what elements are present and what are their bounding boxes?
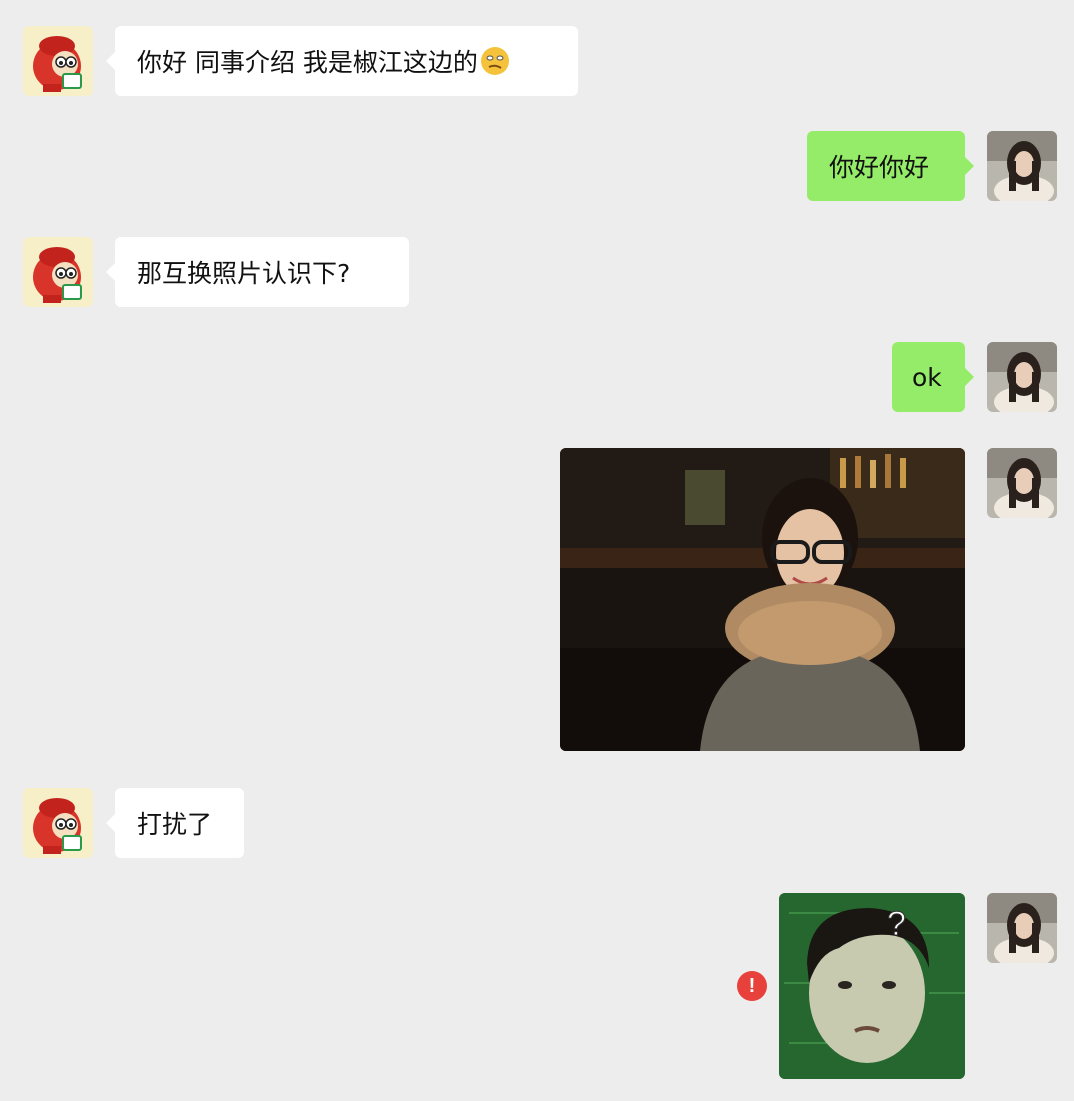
incoming-message-bubble[interactable]: 那互换照片认识下? [106, 237, 409, 307]
self-avatar[interactable] [987, 342, 1057, 412]
message-text: 打扰了 [137, 810, 213, 839]
message-text: 那互换照片认识下? [137, 259, 351, 288]
user-photo-avatar [987, 893, 1057, 963]
send-failed-icon[interactable]: ! [737, 971, 767, 1001]
incoming-message-bubble[interactable]: 你好 同事介绍 我是椒江这边的 [106, 26, 578, 96]
photo-woman-glasses-fur-coat [560, 448, 965, 751]
cartoon-avatar-icon [23, 26, 93, 96]
message-text: 你好你好 [829, 153, 930, 182]
user-photo-avatar [987, 448, 1057, 518]
thinking-face-emoji [480, 47, 509, 75]
incoming-message-bubble[interactable]: 打扰了 [106, 788, 244, 858]
contact-avatar[interactable] [23, 26, 93, 96]
message-text: ok [912, 362, 942, 392]
contact-avatar[interactable] [23, 237, 93, 307]
user-photo-avatar [987, 131, 1057, 201]
chat-area[interactable]: 你好 同事介绍 我是椒江这边的 你好你好 那互换照片认识下? ok 打扰了 ! … [0, 0, 1074, 1101]
message-text: 你好 同事介绍 我是椒江这边的 [137, 48, 478, 77]
image-message[interactable] [560, 448, 965, 751]
outgoing-message-bubble[interactable]: 你好你好 [807, 131, 974, 201]
self-avatar[interactable] [987, 131, 1057, 201]
photo-child-question-mark: ? [779, 893, 965, 1079]
svg-text:?: ? [887, 905, 906, 943]
user-photo-avatar [987, 342, 1057, 412]
self-avatar[interactable] [987, 893, 1057, 963]
outgoing-message-bubble[interactable]: ok [892, 342, 974, 412]
self-avatar[interactable] [987, 448, 1057, 518]
contact-avatar[interactable] [23, 788, 93, 858]
cartoon-avatar-icon [23, 788, 93, 858]
cartoon-avatar-icon [23, 237, 93, 307]
image-message[interactable]: ? [779, 893, 965, 1079]
